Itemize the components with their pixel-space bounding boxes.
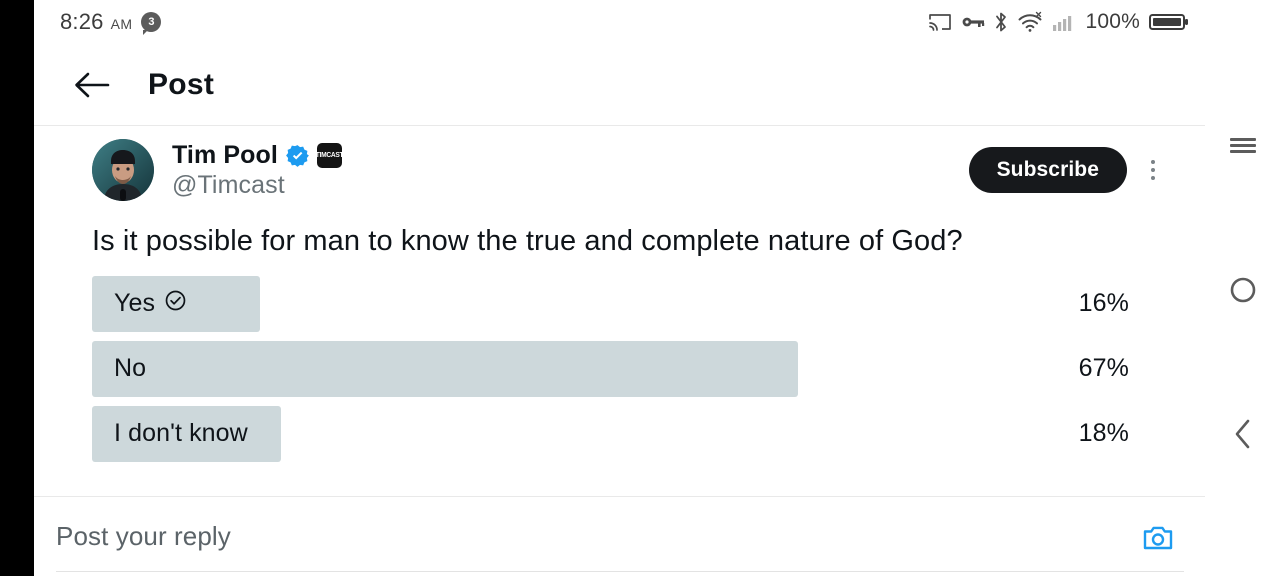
cast-icon — [928, 12, 952, 32]
poll-option-row[interactable]: No 67% — [92, 340, 1205, 398]
kebab-dot — [1151, 160, 1155, 164]
battery-percent: 100% — [1085, 10, 1140, 33]
status-ampm: AM — [110, 16, 133, 32]
author-names: Tim Pool TIMCAST @Timcast — [172, 141, 969, 200]
bluetooth-icon — [994, 11, 1008, 33]
poll-option-row[interactable]: I don't know 18% — [92, 405, 1205, 463]
recents-bar — [1229, 137, 1256, 141]
post-header: Tim Pool TIMCAST @Timcast Subscribe — [34, 127, 1205, 201]
page-title: Post — [148, 67, 215, 101]
poll-option-percent: 18% — [1078, 419, 1129, 448]
poll-option-percent: 16% — [1078, 289, 1129, 318]
battery-icon — [1149, 12, 1189, 32]
home-icon[interactable] — [1205, 268, 1280, 312]
poll-bar — [92, 340, 798, 397]
affiliation-badge-label: TIMCAST — [316, 151, 342, 159]
reply-input[interactable] — [56, 521, 1141, 552]
affiliation-badge-icon[interactable]: TIMCAST — [316, 142, 342, 168]
display-name-row: Tim Pool TIMCAST — [172, 141, 969, 170]
kebab-dot — [1151, 176, 1155, 180]
poll-option-row[interactable]: Yes 16% — [92, 275, 1205, 333]
poll: Yes 16% No 67% I don't know 18% — [34, 261, 1205, 463]
post-text: Is it possible for man to know the true … — [92, 225, 963, 257]
notification-count-badge: 3 — [141, 12, 162, 35]
app-surface: 8:26 AM 3 100% Post Tim Pool TIMCAST @Ti… — [34, 0, 1205, 576]
author-handle: @Timcast — [172, 170, 285, 199]
poll-voted-check-icon — [165, 289, 186, 318]
reply-bar — [34, 496, 1205, 576]
display-name: Tim Pool — [172, 140, 278, 169]
poll-option-percent: 67% — [1078, 354, 1129, 383]
android-nav-rail — [1205, 0, 1280, 576]
poll-option-label: Yes — [114, 289, 156, 318]
recents-bar — [1229, 149, 1256, 153]
poll-option-label-wrap: No — [114, 341, 146, 397]
device-screen: 8:26 AM 3 100% Post Tim Pool TIMCAST @Ti… — [0, 0, 1280, 576]
poll-option-label-wrap: I don't know — [114, 406, 248, 462]
recents-bar — [1229, 143, 1256, 147]
poll-option-label-wrap: Yes — [114, 276, 186, 332]
back-nav-icon[interactable] — [1205, 412, 1280, 456]
subscribe-button[interactable]: Subscribe — [968, 147, 1127, 193]
post-container: Tim Pool TIMCAST @Timcast Subscribe Is i… — [34, 127, 1205, 470]
cellular-signal-icon — [1052, 12, 1076, 32]
verified-badge-icon — [286, 144, 309, 167]
recents-bars — [1229, 135, 1256, 156]
recents-icon[interactable] — [1205, 125, 1280, 165]
status-bar-right: 100% — [928, 10, 1189, 34]
device-bezel-left — [0, 0, 34, 576]
poll-track: No — [92, 340, 1044, 397]
status-bar: 8:26 AM 3 100% — [34, 0, 1205, 44]
vpn-key-icon — [961, 14, 985, 30]
avatar[interactable] — [92, 139, 154, 201]
poll-track: I don't know — [92, 405, 1044, 462]
reply-underline — [56, 571, 1184, 572]
status-bar-left: 8:26 AM 3 — [60, 9, 162, 35]
poll-option-label: I don't know — [114, 419, 248, 448]
status-time: 8:26 — [60, 9, 104, 34]
camera-icon[interactable] — [1141, 520, 1175, 554]
back-arrow-icon[interactable] — [62, 70, 122, 100]
more-options-icon[interactable] — [1131, 160, 1175, 180]
poll-track: Yes — [92, 275, 1044, 332]
toolbar: Post — [34, 44, 1205, 126]
wifi-icon — [1017, 11, 1043, 33]
kebab-dot — [1151, 168, 1155, 172]
poll-option-label: No — [114, 354, 147, 383]
